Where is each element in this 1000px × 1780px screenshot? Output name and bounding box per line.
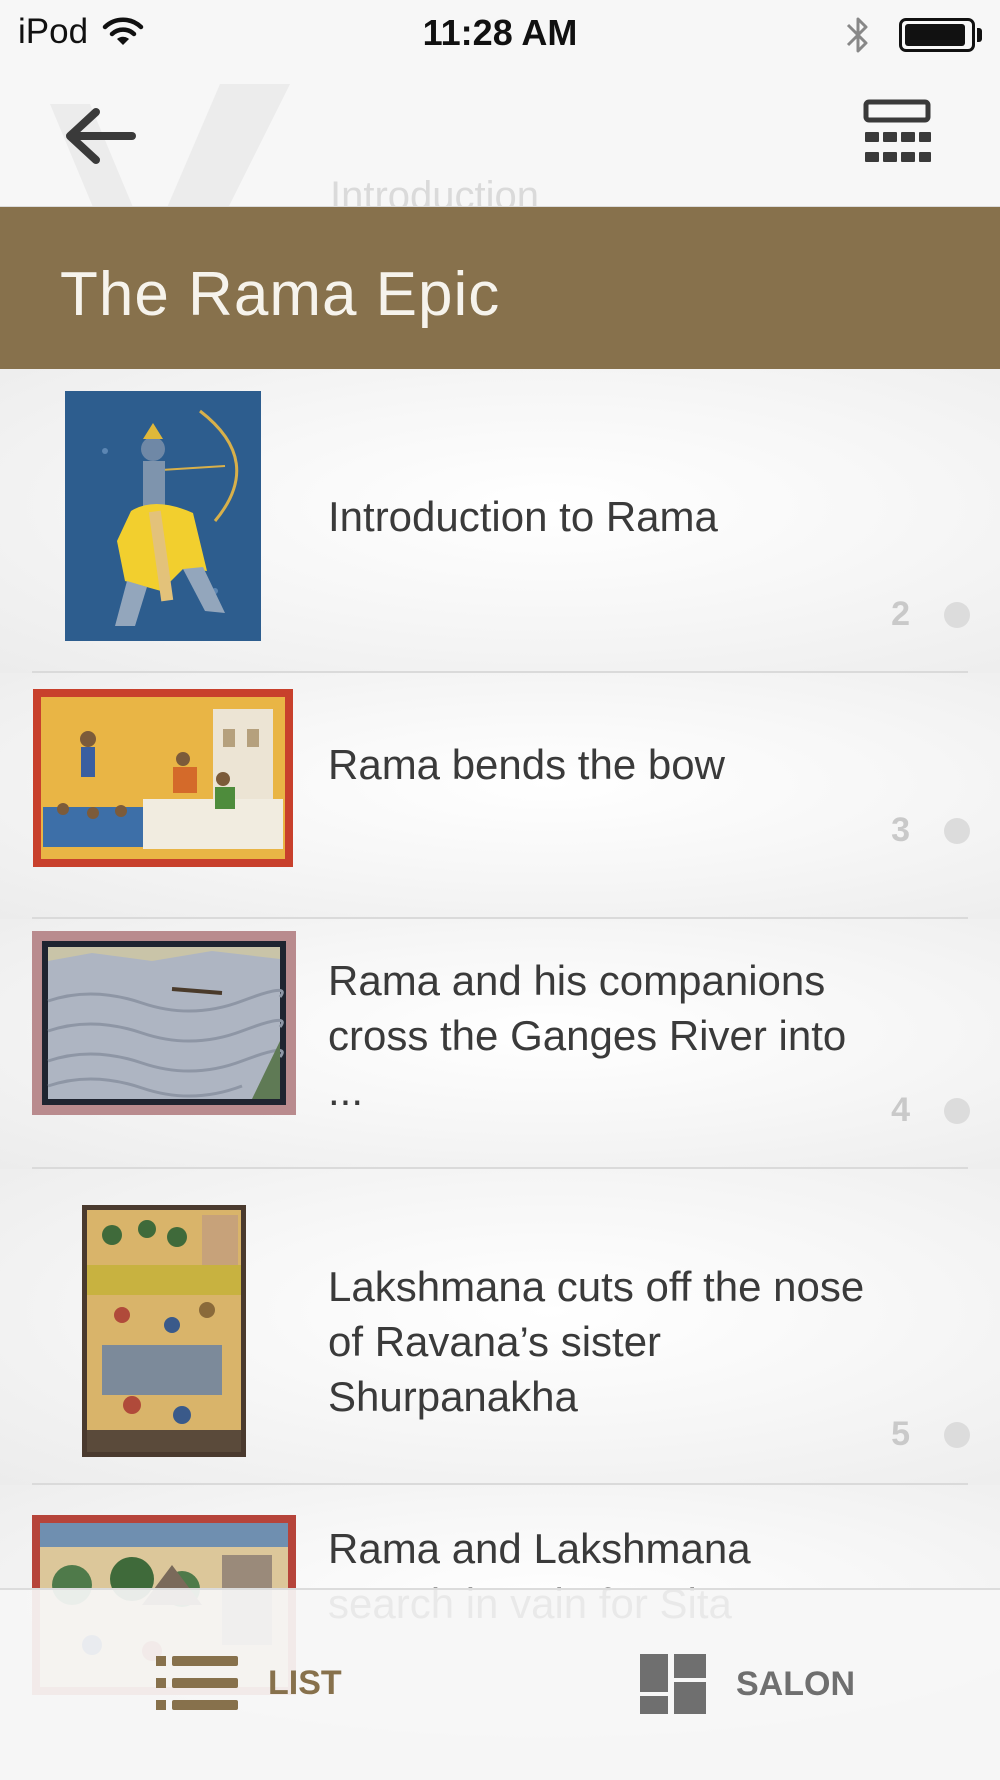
list-item[interactable]: Lakshmana cuts off the nose of Ravana’s … [0,1169,1000,1485]
list-item-title: Lakshmana cuts off the nose of Ravana’s … [328,1263,865,1420]
list-item-dot [944,602,970,628]
tab-bar: LIST SALON [0,1588,1000,1780]
section-title: The Rama Epic [60,260,501,329]
list-item-number: 2 [891,595,910,633]
artwork-thumbnail [32,931,296,1115]
tab-list[interactable]: LIST [156,1654,342,1712]
list-item-number: 4 [891,1091,910,1129]
nav-bar: Introduction [0,64,1000,208]
list-item-dot [944,818,970,844]
back-arrow-icon[interactable] [60,104,140,168]
nav-ghost-title: Introduction [330,174,540,208]
section-header: The Rama Epic [0,207,1000,369]
artwork-thumbnail [33,689,293,867]
list-item[interactable]: Rama and his companions cross the Ganges… [0,919,1000,1169]
status-bar: iPod 11:28 AM [0,0,1000,64]
list-item-dot [944,1098,970,1124]
list-icon [156,1656,238,1710]
battery-icon [899,18,975,52]
tab-salon-label: SALON [736,1664,855,1703]
battery-tip [977,28,982,42]
list-item-number: 5 [891,1415,910,1453]
list-item-title: Rama and his companions cross the Ganges… [328,957,847,1114]
list-item[interactable]: Rama bends the bow 3 [0,673,1000,919]
status-right [845,14,982,56]
bluetooth-icon [846,17,868,53]
calculator-grid-icon[interactable] [862,98,932,170]
artwork-thumbnail [65,391,261,641]
list-item-dot [944,1422,970,1448]
list-item[interactable]: Introduction to Rama 2 [0,369,1000,673]
list-item-title: Introduction to Rama [328,493,718,540]
artwork-thumbnail [82,1205,246,1457]
salon-grid-icon [640,1654,706,1714]
tab-list-label: LIST [268,1663,342,1702]
tab-salon[interactable]: SALON [640,1654,855,1714]
list-item-number: 3 [891,811,910,849]
list-item-title: Rama bends the bow [328,741,725,788]
